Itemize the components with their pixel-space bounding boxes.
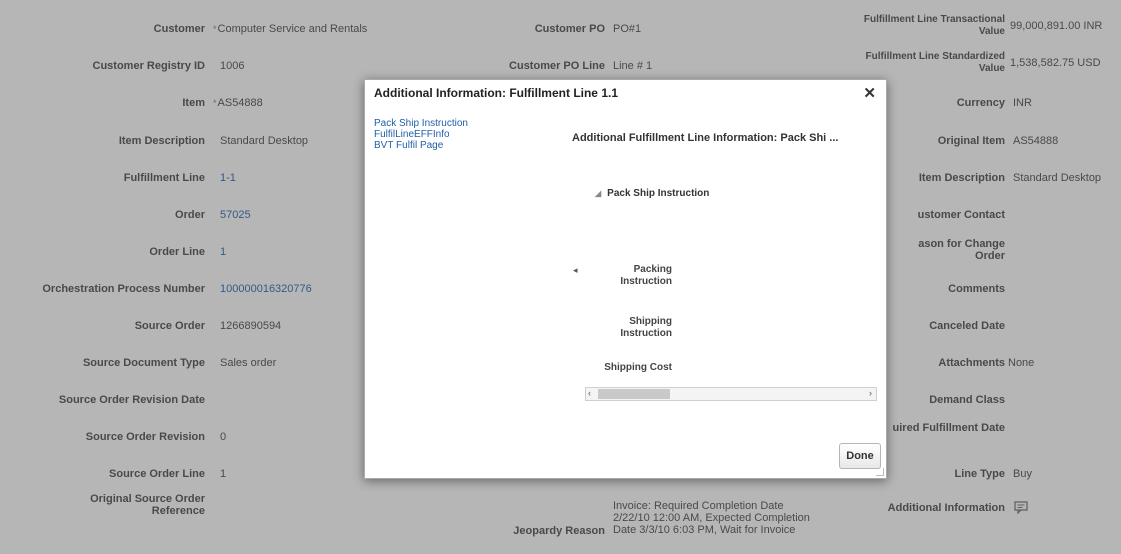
nav-link-pack-ship-instruction[interactable]: Pack Ship Instruction	[374, 118, 468, 129]
packing-instruction-label: Packing Instruction	[620, 264, 672, 287]
collapse-arrow-icon[interactable]: ◂	[573, 265, 578, 276]
scrollbar-thumb[interactable]	[598, 389, 670, 399]
shipping-instruction-label: Shipping Instruction	[620, 316, 672, 339]
shipping-cost-label: Shipping Cost	[604, 362, 672, 373]
resize-grip[interactable]	[876, 468, 884, 476]
nav-link-bvt-fulfil-page[interactable]: BVT Fulfil Page	[374, 140, 443, 151]
nav-link-fulfilline-effinfo[interactable]: FulfilLineEFFInfo	[374, 129, 450, 140]
close-icon[interactable]: ✕	[863, 84, 876, 102]
done-button[interactable]: Done	[839, 443, 881, 469]
pack-ship-instruction-disclosure[interactable]: ◢ Pack Ship Instruction	[595, 188, 709, 199]
dialog-title: Additional Information: Fulfillment Line…	[374, 86, 618, 100]
scroll-right-icon[interactable]: ›	[869, 388, 872, 398]
section-title: Additional Fulfillment Line Information:…	[572, 132, 839, 144]
disclosure-triangle-icon: ◢	[595, 189, 602, 198]
horizontal-scrollbar[interactable]: ‹ ›	[585, 387, 877, 401]
scroll-left-icon[interactable]: ‹	[588, 388, 591, 398]
additional-information-dialog: Additional Information: Fulfillment Line…	[364, 79, 887, 479]
